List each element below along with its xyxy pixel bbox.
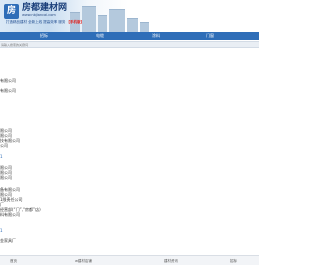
- site-header: 房 房都建材网 www.nbjiancai.com 打造精品建材 全新上线 提高…: [0, 0, 259, 32]
- footer-nav: 首页 w建材店铺 建材资讯 招标: [0, 255, 259, 265]
- nav-item-doors-windows[interactable]: 门窗: [206, 32, 214, 40]
- tagline-text: 打造精品建材 全新上线 提高效率 服务: [6, 20, 66, 24]
- footer-shops-link[interactable]: w建材店铺: [75, 256, 92, 265]
- search-bar: [0, 41, 259, 48]
- mobile-version-badge[interactable]: 【手机版】: [66, 20, 84, 24]
- group-heading: 1: [0, 154, 3, 159]
- main-nav: 招标 电缆 涂料 门窗: [0, 32, 259, 40]
- nav-item-cable[interactable]: 电缆: [96, 32, 104, 40]
- company-group: 备有限公司 限公司 1限责任公司 厂 经营部(“门”,“房都”店) 料有限公司: [0, 187, 41, 217]
- search-input[interactable]: [1, 43, 91, 47]
- list-item[interactable]: 限公司: [0, 175, 12, 180]
- group-heading: 1: [0, 228, 3, 233]
- company-group: 限公司 限公司 技有限公司 公司: [0, 128, 20, 148]
- company-group: 有限公司 有限公司: [0, 78, 16, 93]
- site-tagline: 打造精品建材 全新上线 提高效率 服务 【手机版】: [6, 20, 84, 24]
- list-item[interactable]: 有限公司: [0, 78, 16, 83]
- nav-item-bidding[interactable]: 招标: [40, 32, 48, 40]
- company-group: 1 限公司 限公司 限公司: [0, 154, 12, 180]
- list-item[interactable]: 有限公司: [0, 88, 16, 93]
- site-name[interactable]: 房都建材网: [22, 3, 67, 13]
- house-logo-icon[interactable]: 房: [4, 4, 19, 19]
- company-list: 有限公司 有限公司 限公司 限公司 技有限公司 公司 1 限公司 限公司 限公司…: [0, 50, 259, 250]
- footer-news-link[interactable]: 建材资讯: [164, 256, 178, 265]
- site-url: www.nbjiancai.com: [22, 13, 56, 17]
- footer-home-link[interactable]: 首页: [10, 256, 17, 265]
- list-item[interactable]: 公司: [0, 143, 20, 148]
- footer-bidding-link[interactable]: 招标: [230, 256, 237, 265]
- company-group: 1 金家具厂: [0, 228, 16, 243]
- list-item[interactable]: 金家具厂: [0, 238, 16, 243]
- list-item[interactable]: 料有限公司: [0, 212, 41, 217]
- nav-item-coatings[interactable]: 涂料: [152, 32, 160, 40]
